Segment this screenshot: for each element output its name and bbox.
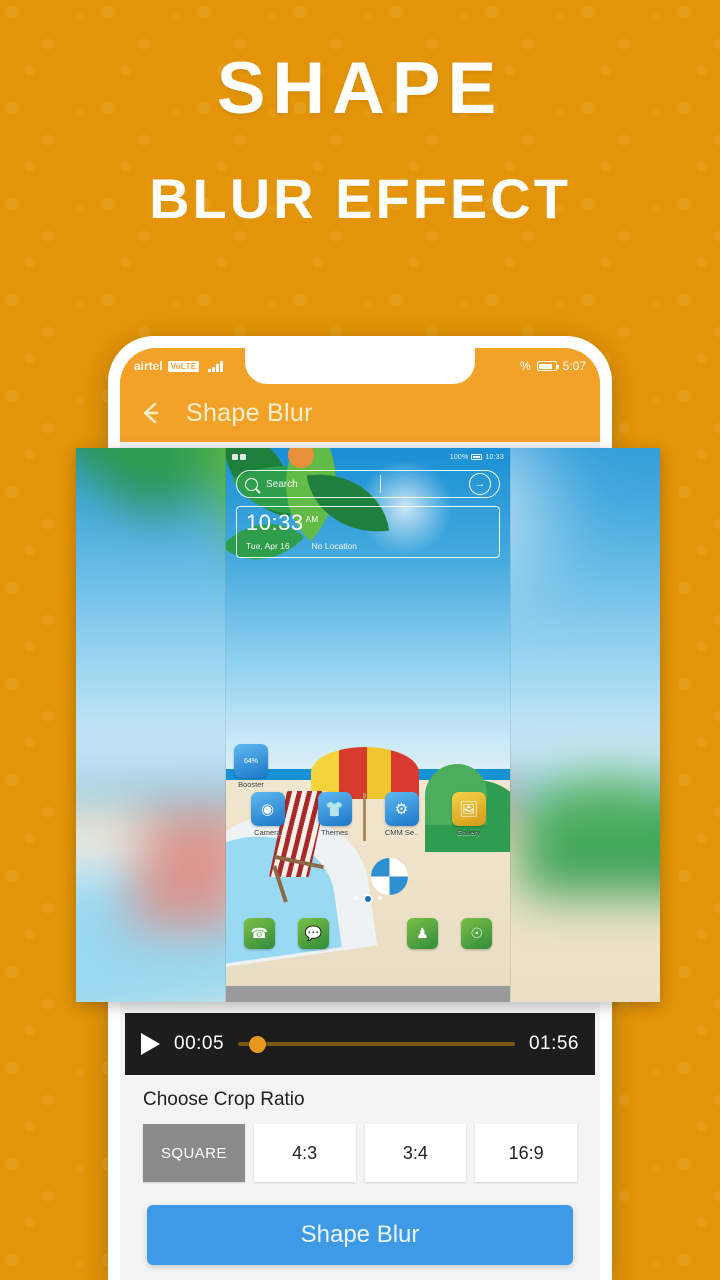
app-bar: Shape Blur — [120, 384, 600, 442]
inner-status-bar: 100% 10:33 — [226, 450, 510, 464]
gallery-icon: 🖼 — [451, 792, 486, 826]
status-bar-left: airtel VoLTE — [134, 359, 223, 373]
inner-navigation-bar — [226, 986, 510, 1002]
page-indicator — [226, 896, 510, 902]
search-input[interactable]: Search → — [236, 470, 500, 498]
widget-meta: Tue, Apr 16 No Location — [246, 541, 490, 551]
current-time-label: 00:05 — [174, 1033, 225, 1054]
inner-status-right: 100% 10:33 — [450, 454, 504, 461]
status-clock: 5:07 — [562, 359, 586, 373]
inner-status-icons — [232, 454, 238, 460]
arrow-right-icon[interactable]: → — [469, 473, 491, 495]
app-booster[interactable]: 64% Booster — [234, 744, 268, 789]
messages-icon[interactable]: 💬 — [298, 918, 330, 949]
app-bar-title: Shape Blur — [186, 398, 313, 427]
app-drawer-icon[interactable] — [352, 918, 383, 949]
inner-clock: 10:33 — [485, 453, 504, 461]
inner-battery-icon — [471, 454, 483, 460]
dock: ☎ 💬 ♟ ☉ — [226, 918, 510, 949]
app-grid: ◉ Camera 👕 Themes ⚙ CMM Se.. 🖼 Gallery — [226, 792, 510, 837]
crop-option-4-3[interactable]: 4:3 — [253, 1124, 356, 1182]
seek-thumb[interactable] — [249, 1035, 267, 1053]
page-dot-active[interactable] — [365, 896, 371, 902]
page-dot[interactable] — [354, 896, 358, 900]
themes-icon: 👕 — [317, 792, 352, 826]
arrow-left-icon[interactable] — [136, 398, 166, 428]
total-time-label: 01:56 — [528, 1033, 579, 1054]
crop-option-3-4[interactable]: 3:4 — [364, 1124, 467, 1182]
clock-widget[interactable]: 10:33 AM Tue, Apr 16 No Location — [236, 506, 500, 558]
app-label: Booster — [238, 780, 264, 789]
video-player-controls: 00:05 01:56 — [125, 1013, 595, 1075]
seek-slider[interactable] — [238, 1033, 515, 1055]
search-divider — [379, 475, 382, 493]
camera-icon: ◉ — [250, 792, 285, 826]
seek-track — [238, 1042, 515, 1046]
status-bar: airtel VoLTE % 5:07 — [120, 348, 600, 384]
app-gallery[interactable]: 🖼 Gallery — [435, 792, 502, 837]
settings-gear-icon: ⚙ — [384, 792, 419, 826]
app-label: CMM Se.. — [384, 828, 419, 837]
battery-icon — [536, 361, 560, 371]
crop-ratio-label: Choose Crop Ratio — [143, 1089, 305, 1110]
status-bar-right: % 5:07 — [520, 359, 586, 373]
search-placeholder: Search — [266, 478, 298, 490]
crop-option-square[interactable]: SQUARE — [143, 1124, 245, 1182]
widget-location: No Location — [311, 541, 358, 551]
app-label: Themes — [320, 828, 349, 837]
browser-icon[interactable]: ☉ — [461, 918, 493, 949]
shape-blur-button[interactable]: Shape Blur — [147, 1205, 573, 1265]
app-themes[interactable]: 👕 Themes — [301, 792, 368, 837]
signal-bars-icon — [208, 360, 223, 372]
inner-battery-label: 100% — [449, 453, 469, 461]
phone-icon[interactable]: ☎ — [243, 918, 275, 949]
play-icon[interactable] — [141, 1033, 160, 1055]
crop-ratio-options: SQUARE 4:3 3:4 16:9 — [143, 1124, 577, 1182]
page-dot[interactable] — [378, 896, 382, 900]
booster-badge: 64% — [243, 757, 258, 765]
app-camera[interactable]: ◉ Camera — [234, 792, 301, 837]
app-cmm-settings[interactable]: ⚙ CMM Se.. — [368, 792, 435, 837]
contacts-icon[interactable]: ♟ — [406, 918, 438, 949]
volte-badge: VoLTE — [167, 360, 200, 372]
search-icon — [245, 477, 258, 491]
image-preview-card[interactable]: 100% 10:33 Search → 10:33 AM Tue, Apr 16 … — [76, 448, 660, 1002]
page-subtitle: BLUR EFFECT — [149, 167, 571, 230]
crop-ratio-section: Choose Crop Ratio SQUARE 4:3 3:4 16:9 — [125, 1075, 595, 1182]
promo-title-block: SHAPE BLUR EFFECT — [0, 0, 720, 227]
widget-meridiem: AM — [305, 514, 319, 524]
page-title: SHAPE — [216, 48, 504, 129]
booster-icon: 64% — [234, 744, 268, 778]
sharp-crop-region: 100% 10:33 Search → 10:33 AM Tue, Apr 16 … — [226, 448, 510, 1002]
app-label: Camera — [254, 828, 281, 837]
crop-option-16-9[interactable]: 16:9 — [475, 1124, 577, 1182]
notch — [245, 348, 475, 384]
widget-date: Tue, Apr 16 — [246, 541, 290, 551]
app-label: Gallery — [456, 828, 481, 837]
carrier-label: airtel — [134, 359, 163, 373]
inner-signal-icon — [240, 454, 246, 460]
battery-percent-label: % — [519, 359, 531, 373]
widget-time: 10:33 AM — [246, 510, 319, 535]
